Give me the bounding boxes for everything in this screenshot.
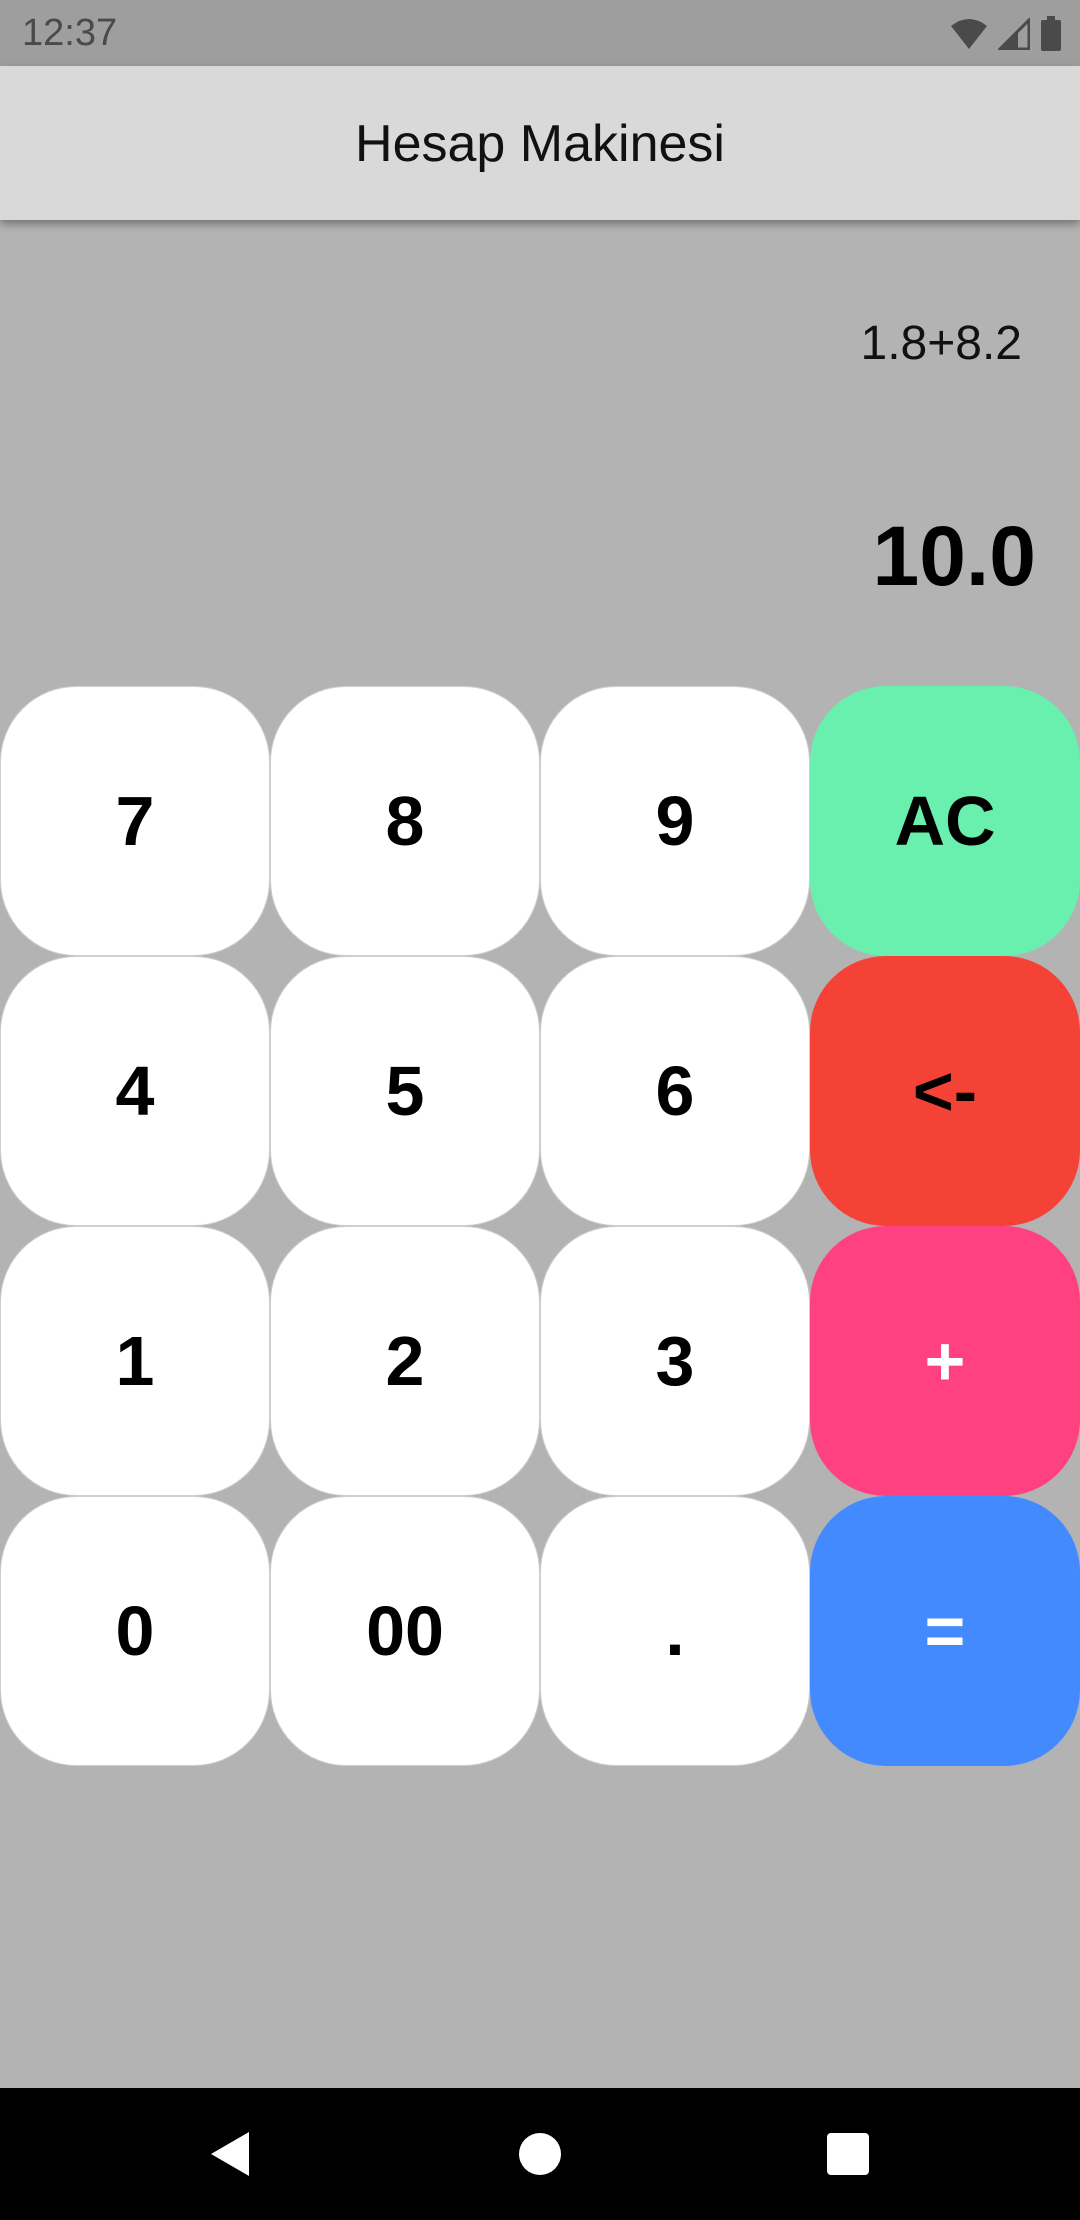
status-icons <box>950 14 1062 54</box>
key-label: 8 <box>385 782 425 860</box>
digit-2-button[interactable]: 2 <box>270 1226 540 1496</box>
key-label: 5 <box>385 1052 425 1130</box>
digit-8-button[interactable]: 8 <box>270 686 540 956</box>
wifi-icon <box>951 19 987 49</box>
key-label: <- <box>912 1052 978 1130</box>
expression-display: 1.8+8.2 <box>860 317 1022 370</box>
key-label: AC <box>894 782 996 860</box>
decimal-button[interactable]: . <box>540 1496 810 1766</box>
status-bar: 12:37 <box>0 0 1080 66</box>
status-time: 12:37 <box>22 12 118 54</box>
key-label: 6 <box>655 1052 695 1130</box>
key-label: 00 <box>366 1592 444 1670</box>
key-label: 9 <box>655 782 695 860</box>
key-label: . <box>665 1592 685 1670</box>
key-label: 2 <box>385 1322 425 1400</box>
key-label: 3 <box>655 1322 695 1400</box>
digit-1-button[interactable]: 1 <box>0 1226 270 1496</box>
plus-button[interactable]: + <box>810 1226 1080 1496</box>
result-display: 10.0 <box>872 509 1037 603</box>
recents-icon[interactable] <box>818 2124 878 2184</box>
digit-7-button[interactable]: 7 <box>0 686 270 956</box>
key-label: 0 <box>115 1592 155 1670</box>
navigation-bar <box>0 2088 1080 2220</box>
app-bar: Hesap Makinesi <box>0 66 1080 220</box>
double-zero-button[interactable]: 00 <box>270 1496 540 1766</box>
clear-button[interactable]: AC <box>810 686 1080 956</box>
key-label: + <box>924 1322 966 1400</box>
digit-3-button[interactable]: 3 <box>540 1226 810 1496</box>
equals-button[interactable]: = <box>810 1496 1080 1766</box>
cell-signal-icon <box>998 18 1030 50</box>
digit-0-button[interactable]: 0 <box>0 1496 270 1766</box>
digit-9-button[interactable]: 9 <box>540 686 810 956</box>
key-label: = <box>924 1592 966 1670</box>
home-icon[interactable] <box>510 2124 570 2184</box>
app-title: Hesap Makinesi <box>355 115 725 173</box>
battery-icon <box>1041 16 1061 51</box>
digit-4-button[interactable]: 4 <box>0 956 270 1226</box>
key-label: 1 <box>115 1322 155 1400</box>
key-label: 7 <box>115 782 155 860</box>
digit-5-button[interactable]: 5 <box>270 956 540 1226</box>
digit-6-button[interactable]: 6 <box>540 956 810 1226</box>
keypad: 7 8 9 AC 4 5 6 <- 1 2 3 +0 00. = <box>0 686 1080 1766</box>
back-icon[interactable] <box>203 2124 263 2184</box>
backspace-button[interactable]: <- <box>810 956 1080 1226</box>
key-label: 4 <box>115 1052 155 1130</box>
